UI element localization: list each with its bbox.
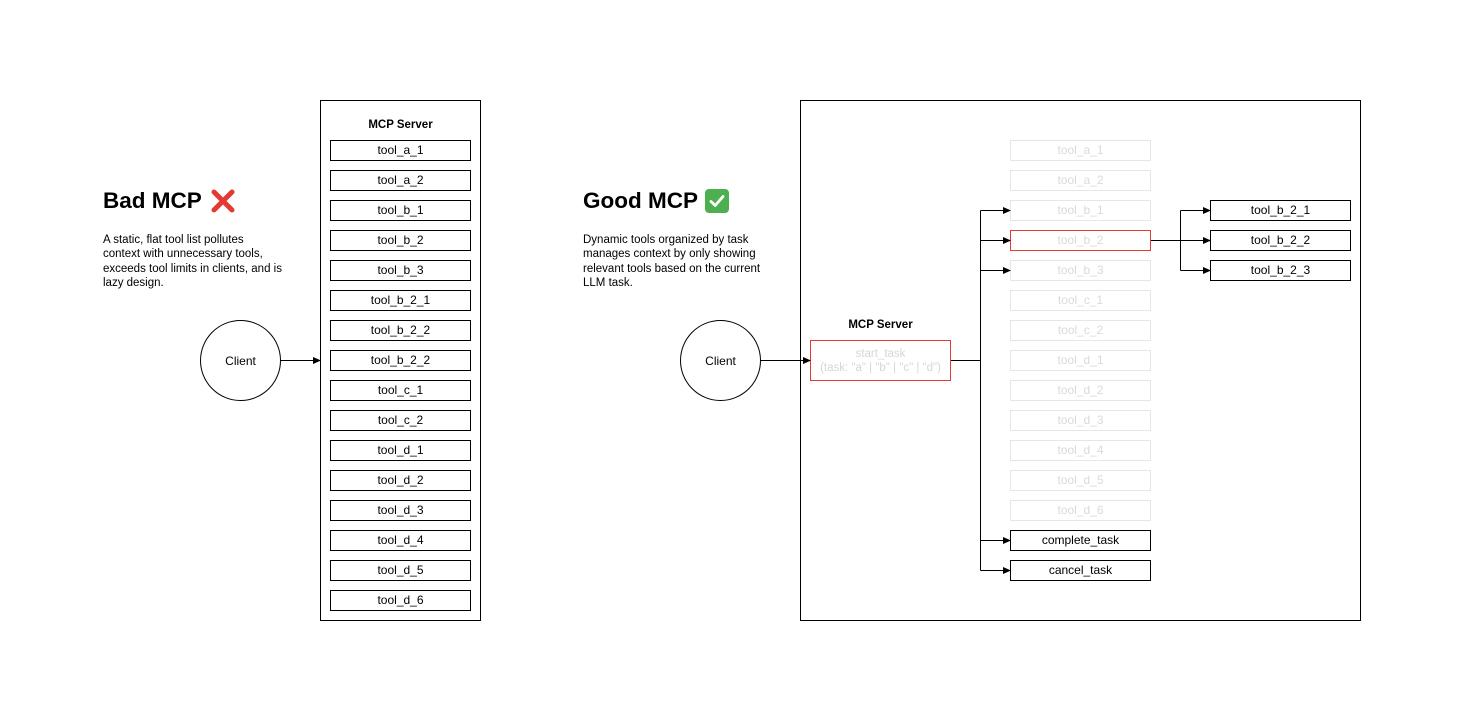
connector-lines: [281, 207, 1211, 574]
